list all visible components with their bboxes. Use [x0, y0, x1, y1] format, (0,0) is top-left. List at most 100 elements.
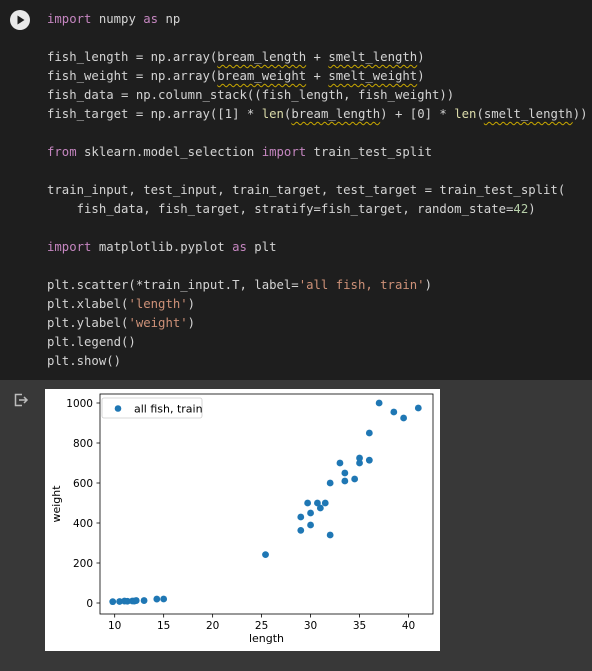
code-cell[interactable]: import numpy as np fish_length = np.array… — [0, 0, 592, 380]
code-line: train_input, test_input, train_target, t… — [47, 181, 588, 200]
code-line: fish_weight = np.array(bream_weight + sm… — [47, 67, 588, 86]
legend-label: all fish, train — [134, 403, 203, 416]
code-token: 'weight' — [128, 316, 188, 330]
code-token: ) — [528, 202, 536, 216]
code-token: import — [47, 240, 92, 254]
code-token: plt.xlabel( — [47, 297, 129, 311]
y-tick-label: 200 — [73, 558, 93, 570]
play-icon — [17, 15, 25, 25]
data-point — [304, 499, 312, 507]
code-line: plt.scatter(*train_input.T, label='all f… — [47, 276, 588, 295]
code-line: plt.xlabel('length') — [47, 295, 588, 314]
code-token: ) + [0] * — [380, 107, 455, 121]
code-token: + — [306, 69, 329, 83]
code-token: ( — [476, 107, 484, 121]
data-point — [262, 551, 269, 558]
legend: all fish, train — [101, 397, 203, 419]
code-token: )) — [572, 107, 588, 121]
run-cell-button[interactable] — [10, 10, 30, 30]
data-point — [321, 499, 329, 507]
code-line: plt.ylabel('weight') — [47, 314, 588, 333]
data-point — [390, 408, 398, 416]
legend-marker — [114, 405, 122, 412]
y-tick-label: 0 — [86, 598, 93, 610]
code-token: fish_data = np.column_stack((fish_length… — [47, 88, 455, 102]
code-token: smelt_length — [483, 107, 573, 121]
code-token: 'length' — [128, 297, 188, 311]
code-line: import numpy as np — [47, 10, 588, 29]
code-token: ) — [187, 297, 196, 311]
code-token: 'all fish, train' — [298, 278, 425, 292]
code-token: plt.legend() — [47, 335, 136, 349]
x-tick-label: 40 — [402, 620, 415, 632]
code-token: smelt_weight — [328, 69, 418, 83]
code-token: as — [232, 240, 247, 254]
data-point — [316, 504, 324, 512]
code-token: len — [261, 107, 284, 121]
code-token: ) — [424, 278, 432, 292]
data-point — [375, 399, 383, 407]
data-point — [351, 475, 359, 483]
output-area: 10 15 20 25 30 35 40 0 200 400 600 800 1000 all fish… — [0, 380, 592, 671]
code-token: fish_target = np.array([1] * — [47, 107, 262, 121]
code-token: 42 — [513, 202, 529, 216]
scatter-plot: 10 15 20 25 30 35 4002004006008001000 all fish… — [45, 389, 440, 651]
x-tick-label: 10 — [108, 620, 121, 632]
code-token: fish_weight = np.array( — [47, 69, 218, 83]
code-token: train_test_split — [306, 145, 432, 159]
y-tick-label: 600 — [73, 478, 93, 490]
code-token: ) — [417, 69, 425, 83]
x-tick-label: 20 — [206, 620, 219, 632]
data-point — [326, 531, 334, 539]
code-token: len — [454, 107, 477, 121]
code-token: plt.scatter(*train_input.T, label= — [47, 278, 299, 292]
code-token: smelt_length — [328, 50, 418, 64]
y-tick-label: 800 — [73, 438, 93, 450]
code-line: fish_data = np.column_stack((fish_length… — [47, 86, 588, 105]
code-token: np — [158, 12, 181, 26]
data-point — [365, 429, 373, 437]
output-redirect-icon[interactable] — [13, 392, 29, 408]
data-point — [109, 598, 117, 606]
code-token: from — [47, 145, 77, 159]
code-token: ) — [187, 316, 196, 330]
x-tick-label: 35 — [353, 620, 366, 632]
data-point — [297, 527, 305, 534]
data-point — [326, 479, 334, 487]
code-line: fish_target = np.array([1] * len(bream_l… — [47, 105, 588, 124]
code-line: plt.legend() — [47, 333, 588, 352]
code-line: import matplotlib.pyplot as plt — [47, 238, 588, 257]
code-line: from sklearn.model_selection import trai… — [47, 143, 588, 162]
data-point — [153, 595, 161, 603]
y-tick-label: 1000 — [66, 398, 93, 410]
y-tick-label: 400 — [73, 518, 93, 530]
data-point — [365, 456, 373, 464]
code-token: fish_length = np.array( — [47, 50, 218, 64]
code-token: numpy — [91, 12, 144, 26]
data-point — [140, 597, 148, 604]
code-token: plt.show() — [47, 354, 122, 368]
x-tick-label: 25 — [255, 620, 268, 632]
data-point — [356, 454, 363, 462]
code-token: fish_data, fish_target, stratify=fish_ta… — [47, 202, 514, 216]
data-point — [341, 469, 349, 477]
code-token: as — [143, 12, 159, 26]
code-token: plt.ylabel( — [47, 316, 129, 330]
data-point — [160, 595, 168, 603]
x-tick-label: 15 — [157, 620, 170, 632]
code-token: matplotlib.pyplot — [91, 240, 233, 254]
data-point — [414, 404, 422, 412]
code-token: + — [306, 50, 329, 64]
data-point — [400, 414, 408, 422]
code-token: bream_weight — [217, 69, 307, 83]
y-axis-label: weight — [50, 485, 63, 523]
code-editor[interactable]: import numpy as np fish_length = np.array… — [47, 10, 588, 371]
code-token: import — [261, 145, 307, 159]
code-line: fish_length = np.array(bream_length + sm… — [47, 48, 588, 67]
code-token: sklearn.model_selection — [76, 145, 262, 159]
